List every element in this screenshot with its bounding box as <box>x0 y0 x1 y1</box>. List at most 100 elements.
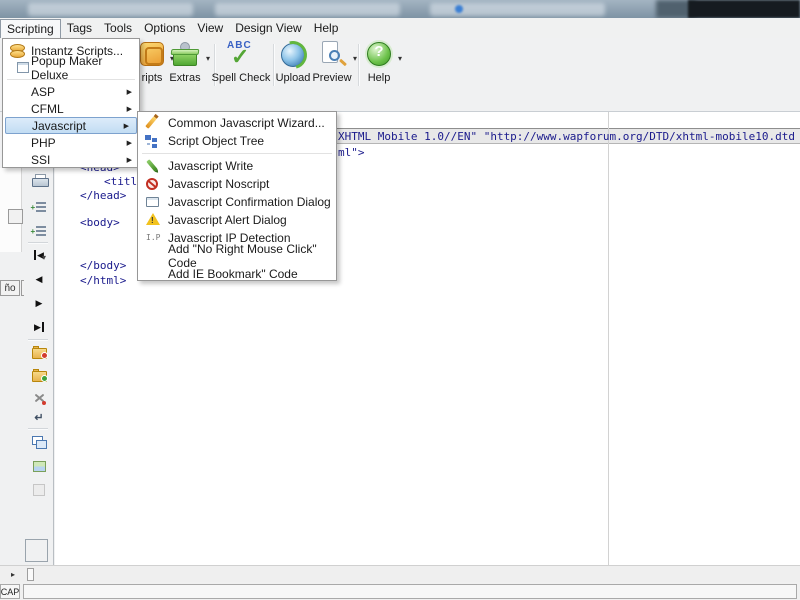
code-html-fragment: ml"> <box>338 146 365 159</box>
spell-check-icon: ABC ✓ <box>227 40 252 69</box>
folder-add-button[interactable] <box>27 365 51 385</box>
menu-item-label: ASP <box>31 84 56 99</box>
right-margin-line <box>608 112 609 565</box>
menu-item-popup-maker[interactable]: Popup Maker Deluxe <box>3 54 139 82</box>
menu-item-javascript[interactable]: Javascript ▶ <box>5 117 137 134</box>
object-tree-icon <box>144 133 160 149</box>
menu-item-javascript-write[interactable]: Javascript Write <box>138 157 336 175</box>
menu-item-add-ie-bookmark-code[interactable]: Add IE Bookmark" Code <box>138 265 336 283</box>
submenu-arrow-icon: ▶ <box>126 88 132 96</box>
left-panel-tab[interactable]: ño <box>0 280 20 296</box>
spell-check-button-label: Spell Check <box>211 72 271 84</box>
list-format-button[interactable] <box>27 220 51 240</box>
preview-button[interactable]: ▾ Preview <box>309 40 357 90</box>
menu-bar: Scripting Tags Tools Options View Design… <box>0 18 800 38</box>
ip-detection-icon: I.P <box>146 233 161 242</box>
extras-icon <box>170 42 200 67</box>
menu-item-cfml[interactable]: CFML ▶ <box>3 100 139 117</box>
menu-options[interactable]: Options <box>138 19 191 38</box>
code-line: <titl <box>104 175 138 188</box>
nav-last-button[interactable]: ▶ <box>27 317 51 337</box>
status-bar: CAP <box>0 582 800 600</box>
menu-item-label: SSI <box>31 152 51 167</box>
toolbar-separator <box>358 44 359 86</box>
magnifier-icon <box>329 50 340 61</box>
separator <box>28 339 48 340</box>
blurred-favicon <box>455 5 463 13</box>
menu-item-javascript-confirmation-dialog[interactable]: Javascript Confirmation Dialog <box>138 193 336 211</box>
chevron-down-icon[interactable]: ▾ <box>353 54 357 63</box>
code-doctype-fragment: XHTML Mobile 1.0//EN" "http://www.wapfor… <box>338 130 795 143</box>
preview-icon <box>317 40 347 70</box>
scrollbar-thumb[interactable] <box>27 568 34 581</box>
noscript-icon <box>146 178 158 190</box>
menu-item-label: Javascript Noscript <box>168 177 270 191</box>
menu-view[interactable]: View <box>191 19 229 38</box>
chevron-down-icon[interactable]: ▾ <box>206 54 210 63</box>
blurred-tab <box>28 3 193 16</box>
menu-item-asp[interactable]: ASP ▶ <box>3 83 139 100</box>
javascript-submenu: Common Javascript Wizard... Script Objec… <box>137 111 337 281</box>
menu-help[interactable]: Help <box>308 19 345 38</box>
menu-separator <box>142 153 332 154</box>
return-button[interactable]: ↵ <box>27 408 51 428</box>
submenu-arrow-icon: ▶ <box>126 105 132 113</box>
horizontal-scrollbar[interactable]: ▸ <box>0 565 800 582</box>
cut-button[interactable] <box>27 388 51 408</box>
preview-button-label: Preview <box>312 72 352 84</box>
left-panel-button[interactable] <box>8 209 23 224</box>
copy-windows-button[interactable] <box>27 432 51 452</box>
disabled-button <box>27 480 51 500</box>
help-button[interactable]: ? ▾ Help <box>360 40 402 90</box>
status-message-box <box>23 584 797 599</box>
menu-item-php[interactable]: PHP ▶ <box>3 134 139 151</box>
spell-check-button[interactable]: ABC ✓ Spell Check <box>211 40 271 90</box>
menu-item-common-javascript-wizard[interactable]: Common Javascript Wizard... <box>138 114 336 132</box>
nav-previous-button[interactable]: ◀ <box>27 269 51 289</box>
extras-button[interactable]: ▾ Extras <box>160 40 210 90</box>
menu-design-view[interactable]: Design View <box>229 19 307 38</box>
confirmation-dialog-icon <box>146 197 159 207</box>
side-toolbar: ◀ ◀ ▶ ▶ ↵ <box>24 112 54 565</box>
empty-toolbar-slot <box>25 539 48 562</box>
menu-scripting[interactable]: Scripting <box>0 18 61 38</box>
menu-item-script-object-tree[interactable]: Script Object Tree <box>138 132 336 150</box>
scroll-right-icon[interactable]: ▸ <box>11 570 15 579</box>
last-icon: ▶ <box>34 321 44 332</box>
return-arrow-icon: ↵ <box>34 411 44 424</box>
layers-button[interactable] <box>27 456 51 476</box>
menu-item-javascript-noscript[interactable]: Javascript Noscript <box>138 175 336 193</box>
print-button[interactable] <box>27 170 51 190</box>
extras-button-label: Extras <box>169 72 201 84</box>
scripting-menu: Instantz Scripts... Popup Maker Deluxe A… <box>2 38 140 168</box>
menu-tags[interactable]: Tags <box>61 19 98 38</box>
scissors-icon <box>33 392 46 405</box>
blurred-dark-area <box>688 0 800 18</box>
menu-item-label: Javascript Write <box>168 159 254 173</box>
menu-tools[interactable]: Tools <box>98 19 138 38</box>
folder-add-icon <box>31 369 48 382</box>
instantz-scripts-icon <box>9 43 25 59</box>
folder-remove-button[interactable] <box>27 342 51 362</box>
list-format-button[interactable] <box>27 196 51 216</box>
submenu-arrow-icon: ▶ <box>123 122 129 130</box>
blurred-tab <box>215 3 400 16</box>
wizard-icon <box>145 116 157 129</box>
separator <box>28 242 48 243</box>
nav-next-button[interactable]: ▶ <box>27 293 51 313</box>
upload-button[interactable]: Upload <box>273 35 313 90</box>
upload-icon <box>273 35 313 75</box>
menu-item-label: Common Javascript Wizard... <box>168 116 325 130</box>
previous-icon: ◀ <box>35 273 43 284</box>
menu-item-ssi[interactable]: SSI ▶ <box>3 151 139 168</box>
printer-icon <box>31 173 49 187</box>
menu-item-add-no-right-mouse-click-code[interactable]: Add "No Right Mouse Click" Code <box>138 242 336 270</box>
nav-first-button[interactable]: ◀ <box>27 245 51 265</box>
chevron-down-icon[interactable]: ▾ <box>398 54 402 63</box>
menu-item-label: Popup Maker Deluxe <box>31 53 103 82</box>
layers-icon <box>32 460 46 472</box>
caps-lock-indicator: CAP <box>0 584 20 599</box>
alert-dialog-icon <box>146 213 160 225</box>
chevron-down-icon[interactable]: ▾ <box>42 253 46 262</box>
menu-item-javascript-alert-dialog[interactable]: Javascript Alert Dialog <box>138 211 336 229</box>
